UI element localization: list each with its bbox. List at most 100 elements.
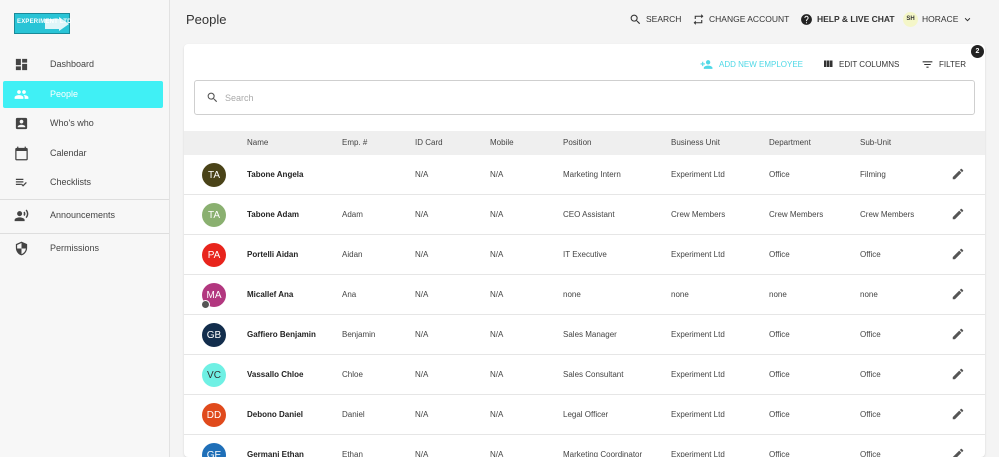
cell-position: CEO Assistant xyxy=(563,210,615,219)
cell-emp: Daniel xyxy=(342,410,365,419)
edit-icon[interactable] xyxy=(951,287,965,301)
table-header: Name Emp. # ID Card Mobile Position Busi… xyxy=(184,131,985,155)
sidebar-item-announcements[interactable]: Announcements xyxy=(0,202,170,229)
page-title: People xyxy=(186,12,227,27)
sidebar-item-label: Permissions xyxy=(50,243,100,253)
checklist-icon xyxy=(15,178,27,187)
cell-sub-unit: Office xyxy=(860,450,881,457)
cell-emp: Ethan xyxy=(342,450,363,457)
sidebar-item-calendar[interactable]: Calendar xyxy=(0,140,170,167)
table-row[interactable]: MA Micallef Ana Ana N/A N/A none none none none xyxy=(184,275,985,315)
avatar: TA xyxy=(202,203,226,227)
cell-emp: Aidan xyxy=(342,250,363,259)
table-row[interactable]: GB Gaffiero Benjamin Benjamin N/A N/A Sales M… xyxy=(184,315,985,355)
cell-sub-unit: Office xyxy=(860,370,881,379)
avatar: TA xyxy=(202,163,226,187)
filter-count-badge: 2 xyxy=(971,45,984,58)
column-header-business-unit[interactable]: Business Unit xyxy=(671,138,720,147)
cell-sub-unit: Office xyxy=(860,330,881,339)
edit-icon[interactable] xyxy=(951,247,965,261)
cell-emp: Benjamin xyxy=(342,330,376,339)
help-button[interactable]: HELP & LIVE CHAT xyxy=(800,12,895,26)
table-row[interactable]: PA Portelli Aidan Aidan N/A N/A IT Executive E… xyxy=(184,235,985,275)
table-row[interactable]: TA Tabone Adam Adam N/A N/A CEO Assistant Crew… xyxy=(184,195,985,235)
search-field[interactable] xyxy=(194,80,975,115)
column-header-name[interactable]: Name xyxy=(247,138,268,147)
add-employee-button[interactable]: ADD NEW EMPLOYEE xyxy=(699,58,803,71)
sidebar-item-label: Who's who xyxy=(50,118,94,128)
shield-icon xyxy=(15,241,28,256)
cell-position: none xyxy=(563,290,581,299)
cell-id-card: N/A xyxy=(415,410,429,419)
sidebar-item-label: Calendar xyxy=(50,148,87,158)
search-input[interactable] xyxy=(225,90,925,106)
change-account-button[interactable]: CHANGE ACCOUNT xyxy=(692,12,789,26)
cell-department: Office xyxy=(769,410,790,419)
edit-columns-label: EDIT COLUMNS xyxy=(839,59,900,69)
filter-icon xyxy=(922,61,933,68)
column-header-emp[interactable]: Emp. # xyxy=(342,138,367,147)
table-row[interactable]: VC Vassallo Chloe Chloe N/A N/A Sales Consult… xyxy=(184,355,985,395)
cell-name: Gaffiero Benjamin xyxy=(247,330,316,339)
sidebar-item-people[interactable]: People xyxy=(0,81,170,108)
sidebar-item-permissions[interactable]: Permissions xyxy=(0,235,170,262)
edit-icon[interactable] xyxy=(951,447,965,457)
user-name: HORACE xyxy=(922,14,959,24)
cell-department: Office xyxy=(769,250,790,259)
column-header-sub-unit[interactable]: Sub-Unit xyxy=(860,138,891,147)
table-row[interactable]: GE Germani Ethan Ethan N/A N/A Marketing Coor… xyxy=(184,435,985,457)
edit-icon[interactable] xyxy=(951,367,965,381)
sidebar-item-whos-who[interactable]: Who's who xyxy=(0,110,170,137)
cell-mobile: N/A xyxy=(490,450,504,457)
cell-id-card: N/A xyxy=(415,210,429,219)
edit-icon[interactable] xyxy=(951,407,965,421)
sidebar-item-label: Checklists xyxy=(50,177,92,187)
chevron-down-icon xyxy=(965,17,971,21)
help-icon xyxy=(801,13,812,25)
user-menu[interactable]: SH HORACE xyxy=(903,11,973,27)
cell-emp: Chloe xyxy=(342,370,363,379)
top-search-button[interactable]: SEARCH xyxy=(629,12,681,26)
column-header-department[interactable]: Department xyxy=(769,138,811,147)
edit-icon[interactable] xyxy=(951,327,965,341)
cell-name: Germani Ethan xyxy=(247,450,304,457)
cell-business-unit: Experiment Ltd xyxy=(671,330,725,339)
contact-card-icon xyxy=(15,117,28,130)
help-label: HELP & LIVE CHAT xyxy=(817,14,895,24)
cell-sub-unit: none xyxy=(860,290,878,299)
cell-business-unit: Experiment Ltd xyxy=(671,410,725,419)
edit-icon[interactable] xyxy=(951,167,965,181)
avatar: VC xyxy=(202,363,226,387)
avatar: GB xyxy=(202,323,226,347)
table-row[interactable]: TA Tabone Angela N/A N/A Marketing Intern Exp… xyxy=(184,155,985,195)
column-header-position[interactable]: Position xyxy=(563,138,591,147)
cell-mobile: N/A xyxy=(490,410,504,419)
sidebar-item-dashboard[interactable]: Dashboard xyxy=(0,51,170,78)
dashboard-icon xyxy=(15,58,28,71)
add-employee-label: ADD NEW EMPLOYEE xyxy=(719,60,804,69)
cell-mobile: N/A xyxy=(490,290,504,299)
user-avatar: SH xyxy=(903,11,918,27)
table-row[interactable]: DD Debono Daniel Daniel N/A N/A Legal Officer… xyxy=(184,395,985,435)
edit-icon[interactable] xyxy=(951,207,965,221)
cell-department: Crew Members xyxy=(769,210,824,219)
cell-business-unit: Experiment Ltd xyxy=(671,250,725,259)
add-person-icon xyxy=(700,60,713,69)
sidebar-item-checklists[interactable]: Checklists xyxy=(0,169,170,196)
change-account-label: CHANGE ACCOUNT xyxy=(709,14,790,24)
cell-position: Sales Consultant xyxy=(563,370,624,379)
cell-id-card: N/A xyxy=(415,250,429,259)
company-logo[interactable]: EXPERIMENT LTD xyxy=(14,13,72,34)
filter-button[interactable]: FILTER xyxy=(921,58,966,71)
cell-name: Tabone Angela xyxy=(247,170,304,179)
cell-position: IT Executive xyxy=(563,250,607,259)
column-header-id-card[interactable]: ID Card xyxy=(415,138,443,147)
top-search-label: SEARCH xyxy=(646,14,682,24)
cell-name: Vassallo Chloe xyxy=(247,370,304,379)
cell-name: Tabone Adam xyxy=(247,210,300,219)
cell-department: Office xyxy=(769,330,790,339)
edit-columns-button[interactable]: EDIT COLUMNS xyxy=(822,58,899,70)
search-icon xyxy=(630,14,641,24)
column-header-mobile[interactable]: Mobile xyxy=(490,138,514,147)
cell-department: Office xyxy=(769,450,790,457)
